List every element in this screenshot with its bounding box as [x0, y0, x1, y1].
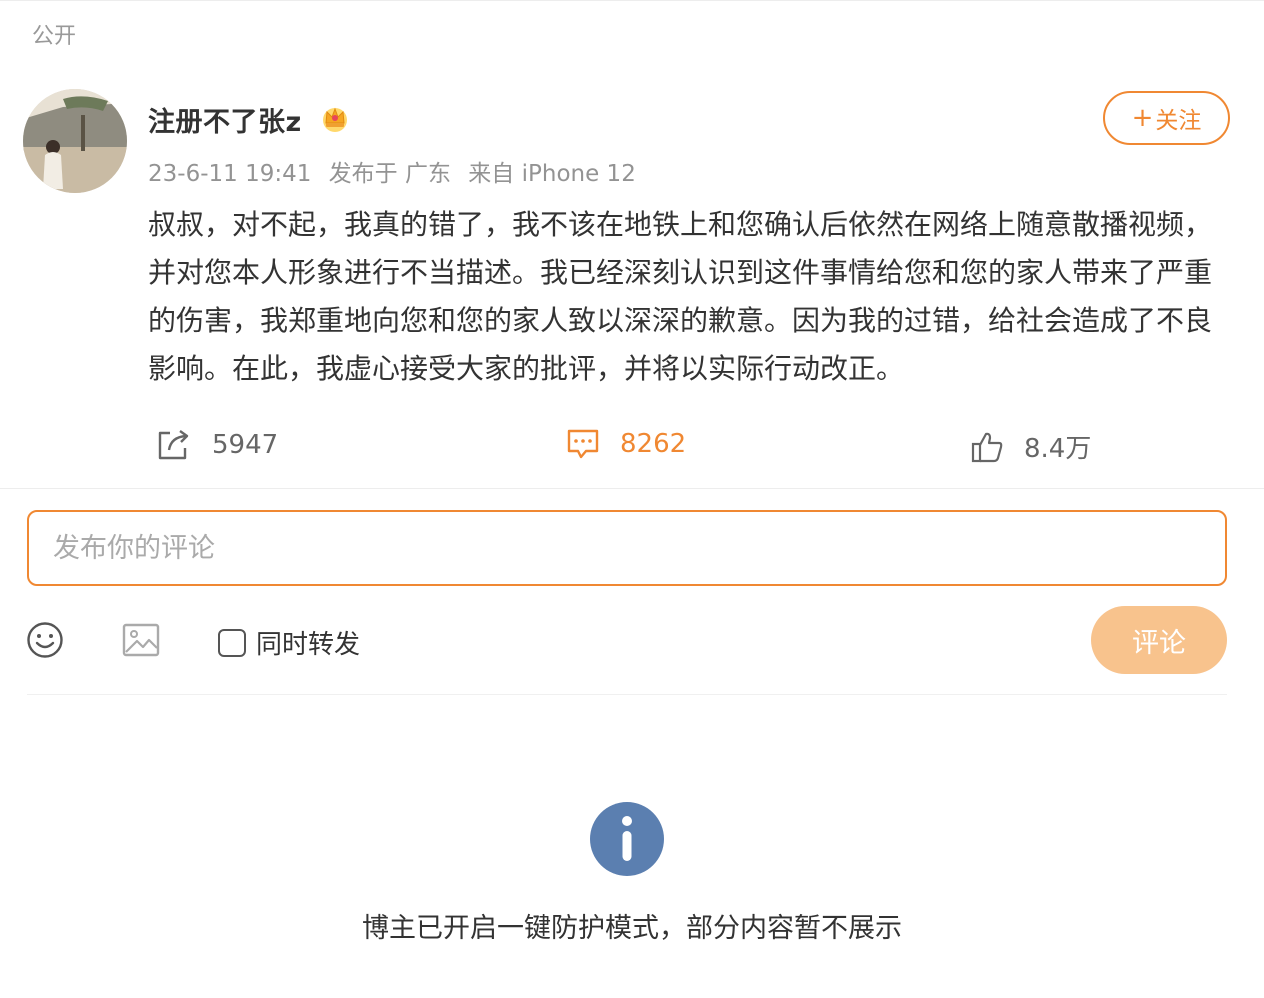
like-button[interactable]: 8.4万: [970, 428, 1091, 465]
bottom-divider: [27, 694, 1227, 695]
protection-notice: 博主已开启一键防护模式，部分内容暂不展示: [362, 913, 902, 944]
post-source: 来自 iPhone 12: [468, 161, 636, 187]
repost-also-label: 同时转发: [256, 630, 361, 660]
like-count: 8.4万: [1024, 434, 1092, 464]
follow-button[interactable]: + 关注: [1103, 91, 1230, 145]
comment-input[interactable]: [27, 510, 1227, 586]
post-timestamp[interactable]: 23-6-11 19:41: [148, 161, 311, 187]
top-divider: [0, 0, 1264, 1]
repost-checkbox[interactable]: [218, 628, 246, 657]
weibo-post-page: 公开 注册不了张z + 关注 23-6-11 19:41 发布于 广东 来自 i…: [0, 0, 1264, 998]
action-bar: 5947 8262 8.4万: [0, 428, 1264, 468]
repost-count: 5947: [212, 430, 279, 460]
visibility-label: 公开: [32, 24, 77, 49]
comment-icon: [567, 429, 599, 459]
crown-icon: [323, 107, 347, 132]
post-location: 发布于 广东: [328, 161, 451, 187]
repost-icon: [158, 430, 189, 460]
avatar[interactable]: [23, 89, 127, 193]
image-upload-icon[interactable]: [121, 621, 161, 659]
plus-icon: +: [1131, 103, 1154, 133]
follow-label: 关注: [1155, 108, 1202, 134]
section-divider: [0, 488, 1264, 489]
info-icon: [590, 802, 664, 876]
submit-comment-button[interactable]: 评论: [1091, 606, 1227, 674]
author-name[interactable]: 注册不了张z: [148, 100, 302, 139]
repost-also-option[interactable]: 同时转发: [218, 624, 360, 661]
post-content: 叔叔，对不起，我真的错了，我不该在地铁上和您确认后依然在网络上随意散播视频，并对…: [148, 208, 1213, 385]
post-meta: 23-6-11 19:41 发布于 广东 来自 iPhone 12: [148, 154, 646, 188]
emoji-icon[interactable]: [26, 621, 64, 659]
comment-count: 8262: [620, 429, 687, 459]
avatar-image: [23, 89, 127, 193]
repost-button[interactable]: 5947: [156, 428, 278, 462]
thumbs-up-icon: [971, 432, 1003, 462]
comment-button[interactable]: 8262: [566, 428, 686, 460]
